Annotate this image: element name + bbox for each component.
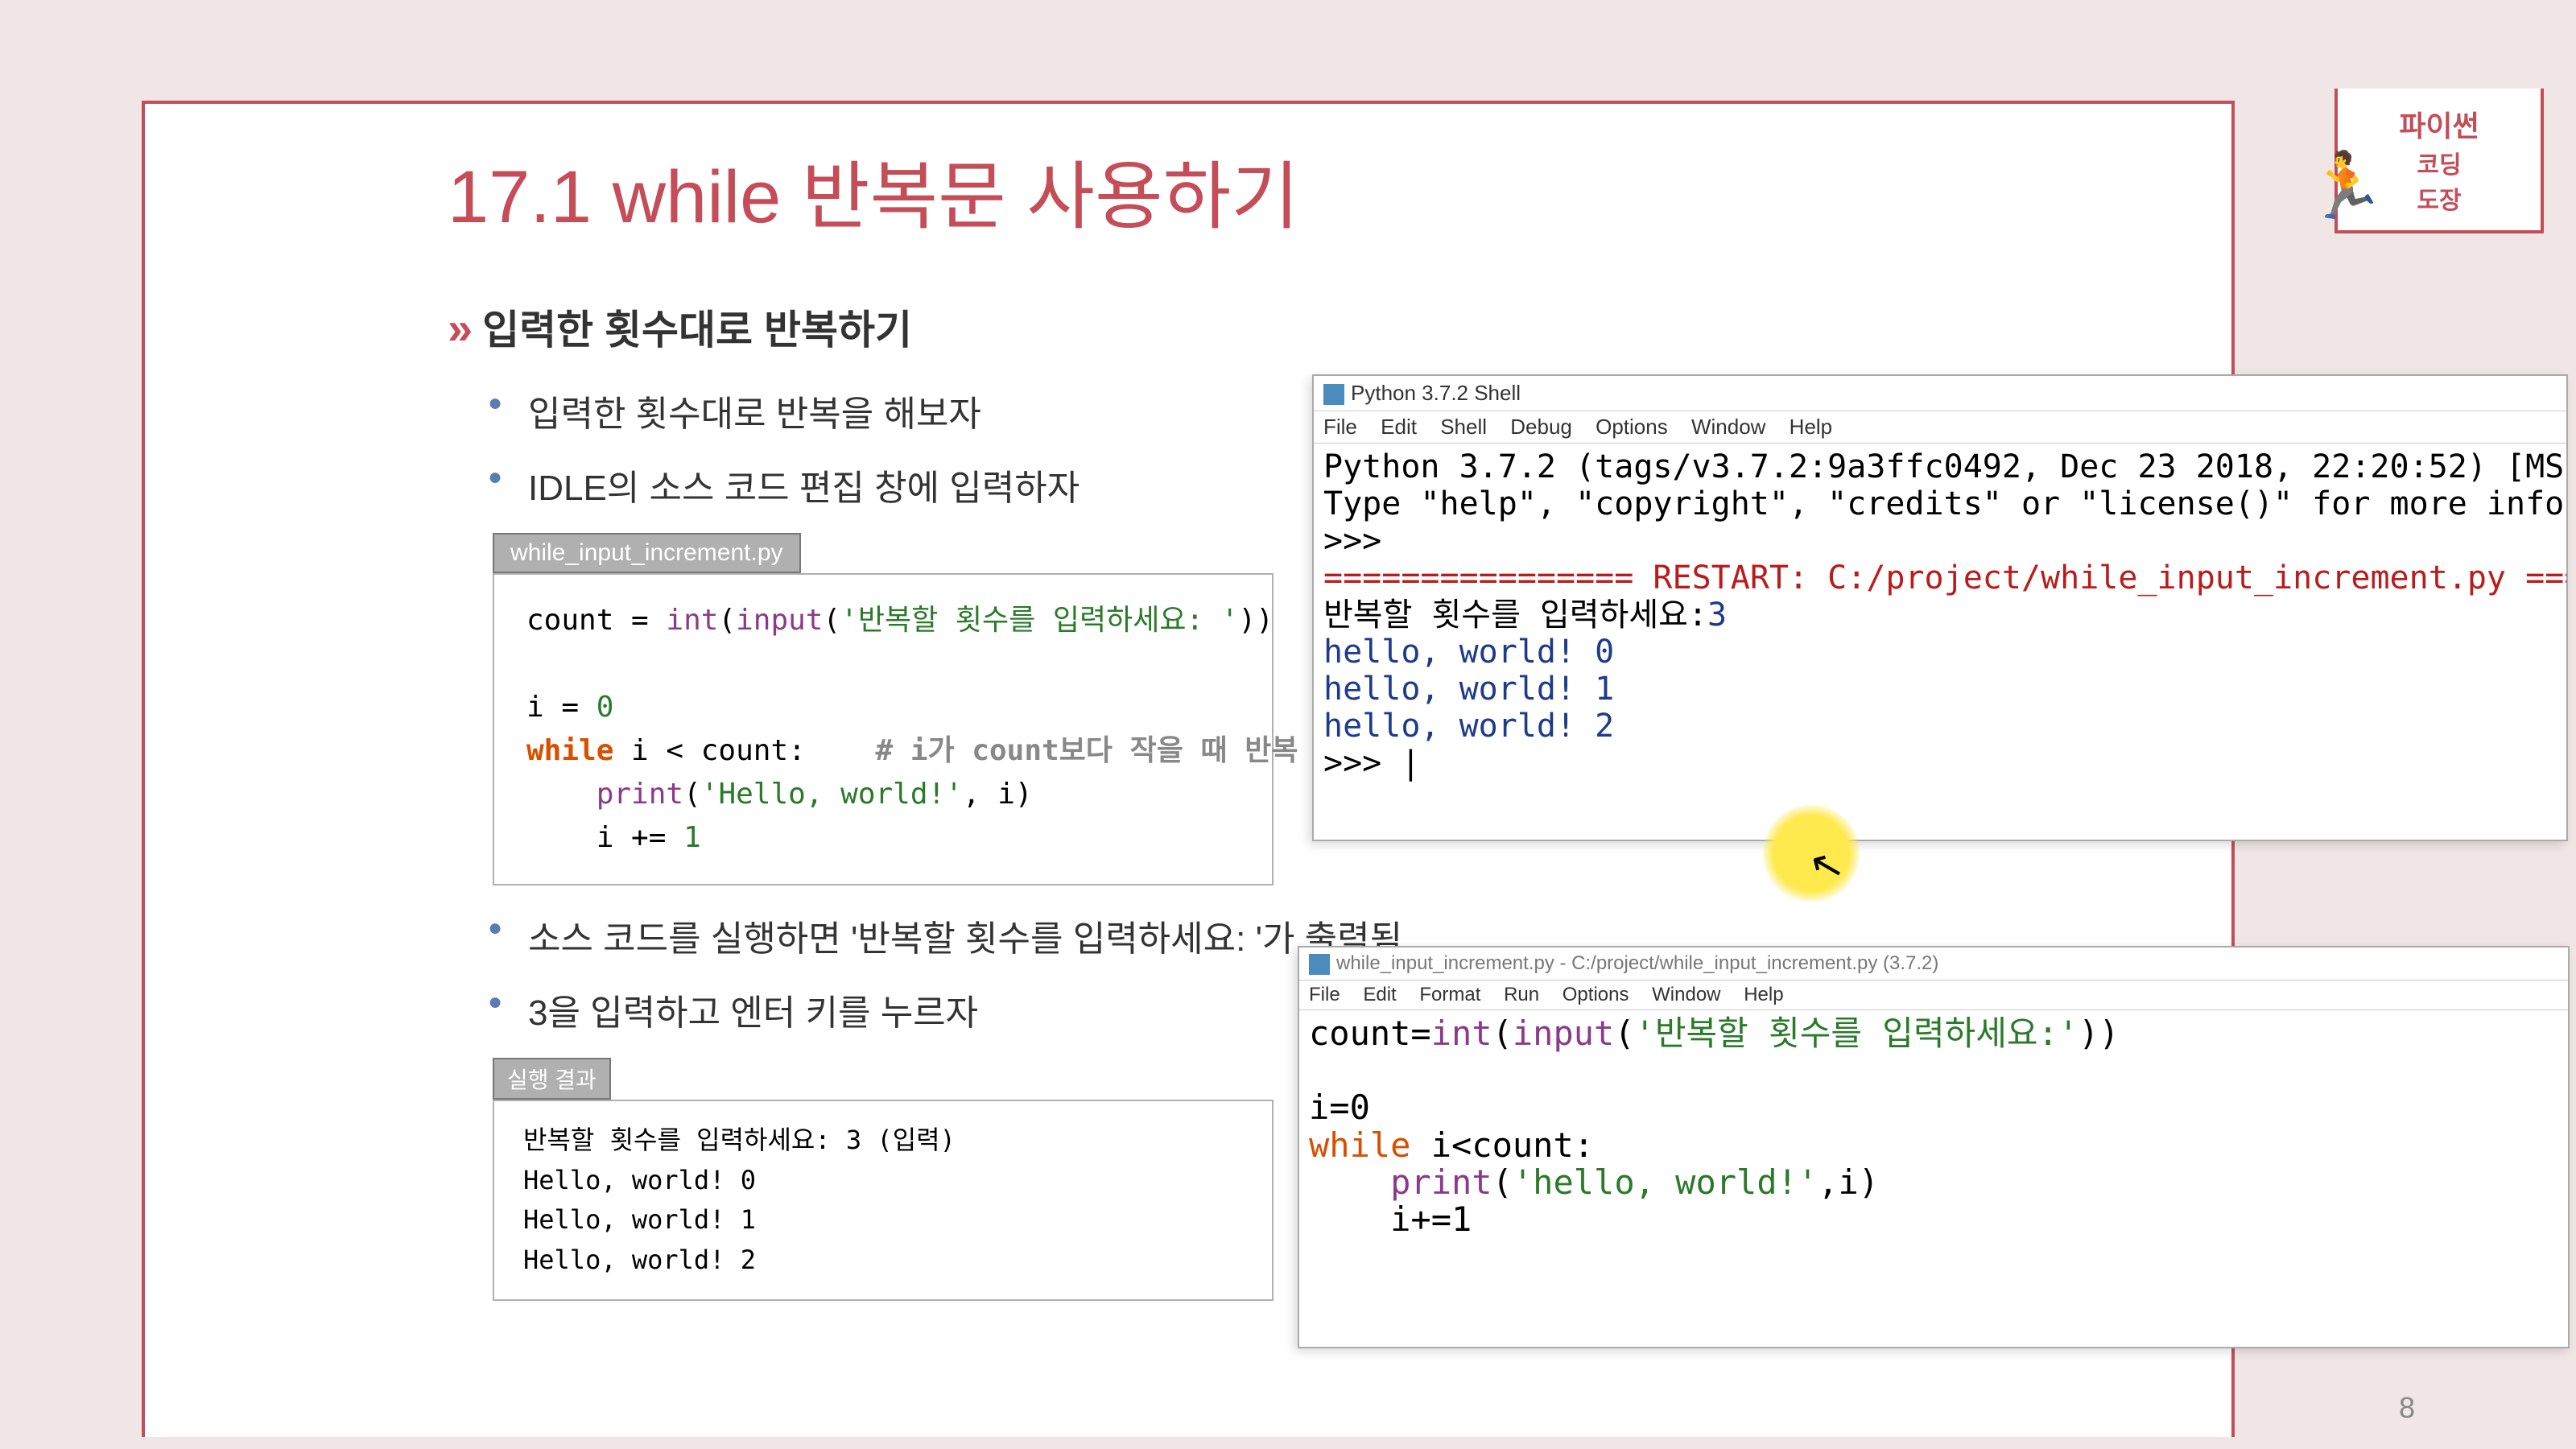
editor-menubar[interactable]: File Edit Format Run Options Window Help [1299, 980, 2568, 1010]
code-example: count = int(input('반복할 횟수를 입력하세요: ')) i … [493, 573, 1274, 886]
result-output: 반복할 횟수를 입력하세요: 3 (입력) Hello, world! 0 He… [493, 1100, 1274, 1301]
menu-file[interactable]: File [1309, 984, 1340, 1005]
python-icon [1323, 384, 1344, 405]
editor-titlebar[interactable]: while_input_increment.py - C:/project/wh… [1299, 947, 2568, 980]
editor-title-text: while_input_increment.py - C:/project/wh… [1336, 952, 1938, 974]
page-number: 8 [2399, 1391, 2415, 1425]
menu-shell[interactable]: Shell [1440, 415, 1487, 439]
menu-help[interactable]: Help [1744, 984, 1783, 1005]
menu-debug[interactable]: Debug [1510, 415, 1572, 439]
menu-edit[interactable]: Edit [1363, 984, 1396, 1005]
menu-window[interactable]: Window [1652, 984, 1720, 1005]
menu-file[interactable]: File [1323, 415, 1357, 439]
menu-window[interactable]: Window [1691, 415, 1765, 439]
python-icon [1309, 954, 1330, 975]
menu-options[interactable]: Options [1563, 984, 1629, 1005]
shell-titlebar[interactable]: Python 3.7.2 Shell [1314, 376, 2566, 411]
menu-edit[interactable]: Edit [1381, 415, 1417, 439]
section-heading: 입력한 횟수대로 반복하기 [448, 298, 2500, 356]
shell-menubar[interactable]: File Edit Shell Debug Options Window Hel… [1314, 411, 2566, 444]
text-cursor: | [1401, 745, 1420, 782]
logo-text-1: 파이썬 [2338, 103, 2541, 145]
menu-help[interactable]: Help [1790, 415, 1832, 439]
menu-options[interactable]: Options [1596, 415, 1668, 439]
menu-run[interactable]: Run [1504, 984, 1539, 1005]
shell-output[interactable]: Python 3.7.2 (tags/v3.7.2:9a3ffc0492, De… [1314, 444, 2566, 786]
file-tag: while_input_increment.py [493, 533, 801, 573]
python-shell-window[interactable]: Python 3.7.2 Shell File Edit Shell Debug… [1312, 374, 2568, 841]
shell-title-text: Python 3.7.2 Shell [1351, 381, 1521, 405]
brand-logo: 파이썬 코딩 도장 🏃 [2334, 89, 2544, 233]
running-figure-icon: 🏃 [2306, 148, 2386, 224]
python-editor-window[interactable]: while_input_increment.py - C:/project/wh… [1298, 946, 2570, 1348]
result-tag: 실행 결과 [493, 1058, 611, 1100]
editor-code[interactable]: count=int(input('반복할 횟수를 입력하세요:')) i=0 w… [1299, 1010, 2568, 1243]
menu-format[interactable]: Format [1419, 984, 1480, 1005]
slide-title: 17.1 while 반복문 사용하기 [448, 137, 1299, 244]
